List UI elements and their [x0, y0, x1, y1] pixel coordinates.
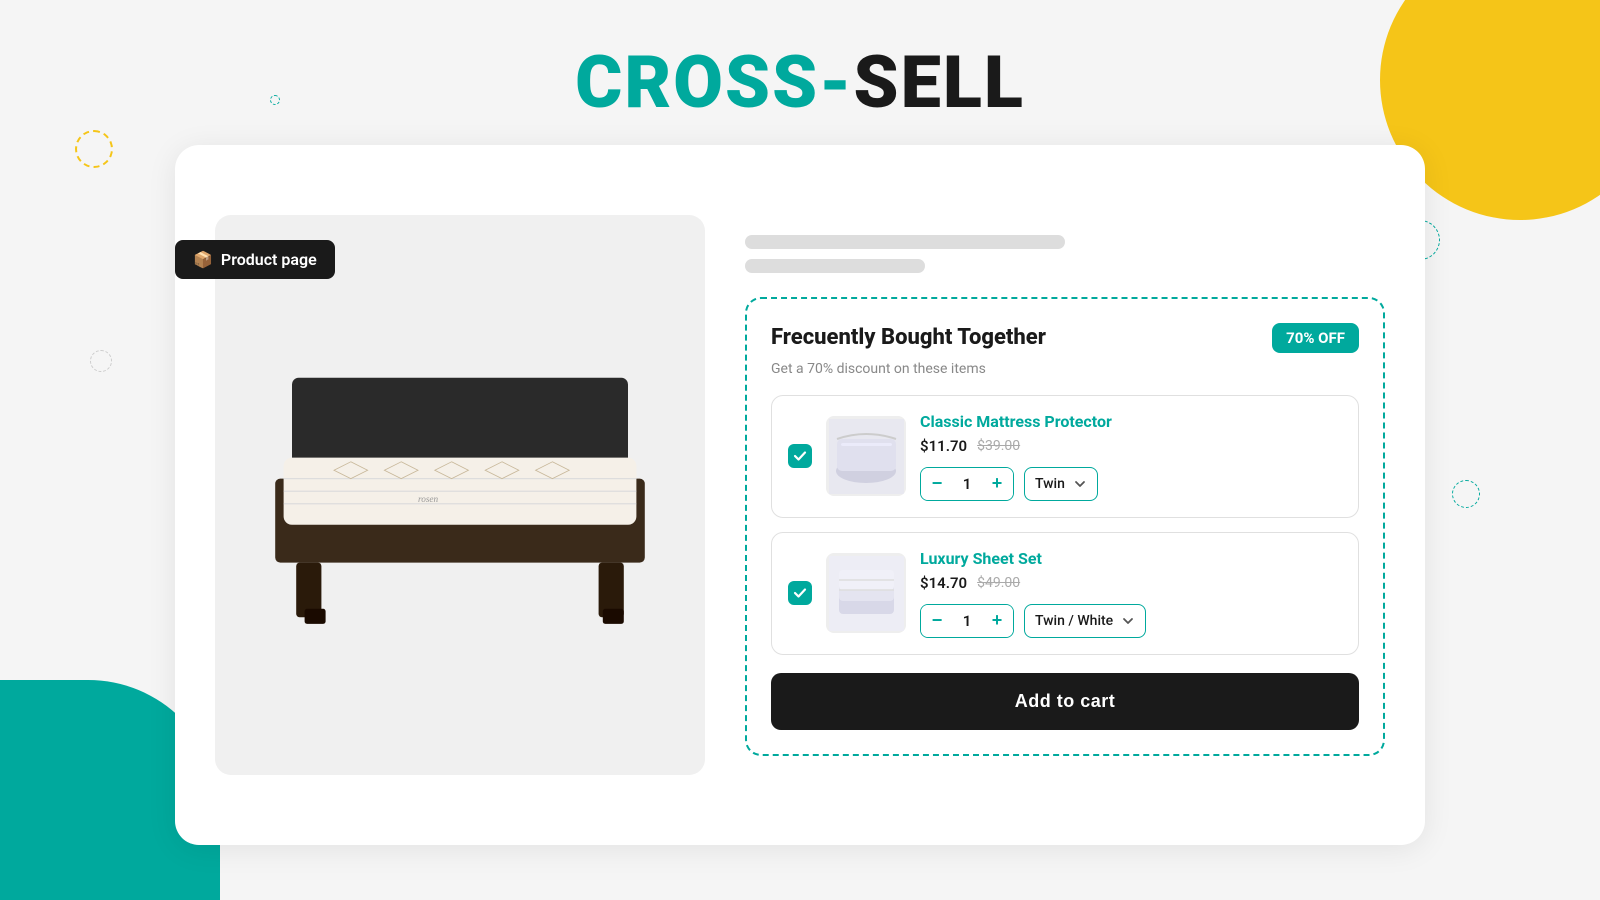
skeleton-bars [745, 235, 1385, 273]
product-page-label-text: Product page [221, 250, 317, 269]
widget-header: Frecuently Bought Together 70% OFF [771, 323, 1359, 353]
item-1-qty-decrease[interactable]: − [921, 468, 953, 500]
item-1-name: Classic Mattress Protector [920, 412, 1342, 431]
item-1-details: Classic Mattress Protector $11.70 $39.00… [920, 412, 1342, 501]
crosssell-widget: Frecuently Bought Together 70% OFF Get a… [745, 297, 1385, 756]
item-1-image [826, 416, 906, 496]
item-2-checkbox[interactable] [788, 581, 812, 605]
bed-illustration: rosen [250, 361, 670, 630]
product-item-2: Luxury Sheet Set $14.70 $49.00 − 1 + Twi… [771, 532, 1359, 655]
item-1-pricing: $11.70 $39.00 [920, 437, 1342, 455]
item-1-variant-label: Twin [1035, 476, 1065, 492]
checkmark-icon-1 [793, 449, 807, 463]
chevron-down-icon-1 [1073, 477, 1087, 491]
page-title-teal: CROSS- [575, 40, 853, 125]
item-2-price-old: $49.00 [977, 575, 1020, 591]
item-2-pricing: $14.70 $49.00 [920, 574, 1342, 592]
right-panel: Frecuently Bought Together 70% OFF Get a… [705, 235, 1385, 756]
item-1-qty-control: − 1 + [920, 467, 1014, 501]
item-2-variant-select[interactable]: Twin / White [1024, 604, 1146, 638]
sheet-set-svg [829, 556, 904, 631]
svg-text:rosen: rosen [418, 494, 439, 504]
item-2-image [826, 553, 906, 633]
widget-title: Frecuently Bought Together [771, 325, 1046, 350]
item-1-qty-value: 1 [953, 475, 981, 493]
mattress-protector-svg [829, 419, 904, 494]
item-1-controls: − 1 + Twin [920, 467, 1342, 501]
dot-circle-top-left [75, 130, 113, 168]
chevron-down-icon-2 [1121, 614, 1135, 628]
item-1-price-new: $11.70 [920, 437, 967, 455]
checkmark-icon-2 [793, 586, 807, 600]
item-2-details: Luxury Sheet Set $14.70 $49.00 − 1 + Twi… [920, 549, 1342, 638]
item-2-qty-control: − 1 + [920, 604, 1014, 638]
widget-subtitle: Get a 70% discount on these items [771, 361, 1359, 377]
item-2-variant-label: Twin / White [1035, 613, 1113, 629]
product-page-label: 📦 Product page [175, 240, 335, 279]
page-title-dark: SELL [854, 40, 1025, 125]
skeleton-bar-1 [745, 235, 1065, 249]
item-2-name: Luxury Sheet Set [920, 549, 1342, 568]
dot-circle-sm-left [90, 350, 112, 372]
item-1-checkbox[interactable] [788, 444, 812, 468]
item-2-price-new: $14.70 [920, 574, 967, 592]
box-icon: 📦 [193, 250, 213, 269]
product-image-panel: rosen [215, 215, 705, 775]
item-1-variant-select[interactable]: Twin [1024, 467, 1098, 501]
product-item-1: Classic Mattress Protector $11.70 $39.00… [771, 395, 1359, 518]
skeleton-bar-2 [745, 259, 925, 273]
item-2-qty-decrease[interactable]: − [921, 605, 953, 637]
item-1-price-old: $39.00 [977, 438, 1020, 454]
item-2-qty-increase[interactable]: + [981, 605, 1013, 637]
item-2-qty-value: 1 [953, 612, 981, 630]
item-2-controls: − 1 + Twin / White [920, 604, 1342, 638]
add-to-cart-button[interactable]: Add to cart [771, 673, 1359, 730]
dot-circle-right-low [1452, 480, 1480, 508]
main-card: rosen Frecuently Bought Together 70% OFF… [175, 145, 1425, 845]
discount-badge: 70% OFF [1272, 323, 1359, 353]
page-title: CROSS-SELL [0, 0, 1600, 125]
item-1-qty-increase[interactable]: + [981, 468, 1013, 500]
